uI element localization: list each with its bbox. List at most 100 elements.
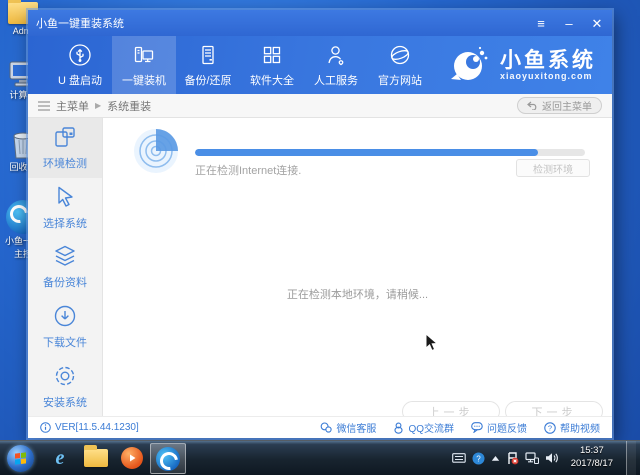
brand: 小鱼系统 xiaoyuxitong.com: [449, 36, 612, 94]
nav-item-human-service[interactable]: 人工服务: [304, 36, 368, 94]
taskbar-clock[interactable]: 15:37 2017/8/17: [564, 445, 620, 471]
brand-domain: xiaoyuxitong.com: [500, 70, 593, 81]
tray-action-center-icon[interactable]: [506, 451, 519, 465]
env-check-icon: [55, 127, 75, 147]
person-icon: [328, 45, 344, 65]
internet-explorer-icon: e: [55, 447, 65, 469]
info-icon: [40, 422, 51, 433]
close-icon[interactable]: ✕: [590, 17, 604, 30]
menu-icon[interactable]: ≡: [534, 17, 548, 30]
download-icon: [54, 305, 76, 327]
progress-bar: [195, 149, 585, 156]
sidebar-item-label: 选择系统: [43, 217, 87, 230]
windows-logo-icon: [15, 451, 26, 465]
sidebar: 环境检测 选择系统 备份资料 下载文件 安装系统: [28, 118, 103, 416]
sidebar-item-label: 备份资料: [43, 277, 87, 290]
statusbar-links: 微信客服 QQ交流群 问题反馈 ? 帮助视频: [320, 420, 600, 435]
return-arrow-icon: [527, 101, 537, 110]
tray-volume-icon[interactable]: [545, 452, 558, 464]
start-button[interactable]: [7, 444, 34, 472]
server-icon: [202, 45, 214, 64]
window-titlebar[interactable]: 小鱼一键重装系统 ≡ – ✕: [28, 10, 612, 36]
statusbar-link-label: QQ交流群: [408, 424, 454, 435]
clock-date: 2017/8/17: [570, 458, 613, 469]
taskbar: e ? 15:37 2017/8/17: [0, 440, 640, 475]
nav-item-label: 人工服务: [314, 74, 358, 87]
nav-item-label: 一键装机: [122, 74, 166, 87]
taskbar-xiaoyu-app-icon[interactable]: [150, 443, 186, 474]
tray-show-hidden-icon[interactable]: [491, 455, 500, 462]
taskbar-media-player-icon[interactable]: [114, 441, 150, 475]
minimize-icon[interactable]: –: [562, 17, 576, 30]
pc-install-icon: [134, 46, 154, 62]
wechat-icon: [321, 422, 333, 433]
taskbar-explorer-icon[interactable]: [78, 441, 114, 475]
nav-item-label: 软件大全: [250, 74, 294, 87]
progress-fill: [195, 149, 539, 156]
svg-text:?: ?: [548, 423, 552, 432]
top-nav: U 盘启动 一键装机 备份/还原 软件大全 人工服务 官方网站 小鱼系统 xia…: [28, 36, 612, 94]
window-controls: ≡ – ✕: [534, 17, 604, 30]
tray-keyboard-icon[interactable]: [451, 453, 466, 463]
statusbar-link-label: 帮助视频: [560, 424, 600, 435]
nav-item-label: 官方网站: [378, 74, 422, 87]
app-window: 小鱼一键重装系统 ≡ – ✕ U 盘启动 一键装机 备份/还原 软件大全 人工服…: [28, 10, 612, 438]
mouse-cursor: [425, 333, 438, 352]
version-text: VER[11.5.44.1230]: [55, 422, 139, 433]
tray-network-icon[interactable]: [525, 452, 539, 464]
sidebar-item-select-system[interactable]: 选择系统: [28, 178, 102, 238]
tray-help-icon[interactable]: ?: [472, 452, 485, 465]
system-tray: ? 15:37 2017/8/17: [451, 440, 640, 475]
breadcrumb: 主菜单 ▶ 系统重装 返回主菜单: [28, 94, 612, 118]
breadcrumb-root[interactable]: 主菜单: [56, 98, 89, 114]
show-desktop-button[interactable]: [626, 440, 636, 475]
help-icon: ?: [544, 421, 556, 434]
wechat-service-link[interactable]: 微信客服: [320, 420, 376, 435]
nav-item-backup-restore[interactable]: 备份/还原: [176, 36, 240, 94]
window-body: 环境检测 选择系统 备份资料 下载文件 安装系统 正在检测Internet连接.…: [28, 118, 612, 422]
sidebar-item-label: 下载文件: [43, 337, 87, 350]
qq-icon: [394, 422, 403, 434]
progress-status-text: 正在检测Internet连接.: [195, 165, 302, 177]
feedback-bubble-icon: [471, 422, 483, 433]
nav-item-usb-boot[interactable]: U 盘启动: [48, 36, 112, 94]
media-player-icon: [121, 447, 143, 469]
usb-icon: [69, 43, 91, 66]
statusbar-link-label: 微信客服: [336, 424, 377, 435]
back-to-main-menu-button[interactable]: 返回主菜单: [517, 97, 602, 114]
radar-scan-icon: [134, 129, 178, 173]
desktop: { "colors": { "accent_blue": "#3a7bd5", …: [0, 0, 640, 475]
xiaoyu-fish-icon: [156, 446, 180, 471]
brand-fish-icon: [451, 46, 488, 80]
globe-icon: [390, 45, 410, 64]
statusbar: VER[11.5.44.1230] 微信客服 QQ交流群 问题反馈 ? 帮助视频: [28, 416, 612, 438]
sidebar-item-install-system[interactable]: 安装系统: [28, 356, 102, 416]
nav-item-label: U 盘启动: [58, 74, 102, 87]
sidebar-item-label: 安装系统: [43, 396, 87, 409]
statusbar-link-label: 问题反馈: [487, 424, 527, 435]
sidebar-item-env-check[interactable]: 环境检测: [28, 118, 102, 178]
sidebar-item-label: 环境检测: [43, 158, 87, 171]
sidebar-item-download-files[interactable]: 下载文件: [28, 297, 102, 357]
brand-name: 小鱼系统: [500, 48, 596, 72]
gear-icon: [55, 366, 75, 385]
feedback-link[interactable]: 问题反馈: [471, 420, 527, 435]
waiting-message: 正在检测本地环境，请稍候...: [286, 289, 429, 301]
hamburger-icon: [38, 100, 50, 111]
cursor-select-icon: [58, 186, 73, 207]
window-title: 小鱼一键重装系统: [36, 18, 124, 30]
breadcrumb-separator-icon: ▶: [95, 101, 102, 110]
main-panel: 正在检测Internet连接. 检测环境 正在检测本地环境，请稍候... 上一步…: [103, 118, 612, 422]
folder-icon: [84, 445, 108, 467]
nav-item-software[interactable]: 软件大全: [240, 36, 304, 94]
help-video-link[interactable]: ? 帮助视频: [544, 420, 600, 435]
sidebar-item-backup-data[interactable]: 备份资料: [28, 237, 102, 297]
back-button-label: 返回主菜单: [542, 102, 592, 113]
detect-environment-button[interactable]: 检测环境: [516, 159, 590, 177]
nav-item-one-click-install[interactable]: 一键装机: [112, 36, 176, 94]
svg-text:?: ?: [476, 454, 481, 463]
qq-group-link[interactable]: QQ交流群: [393, 420, 454, 435]
breadcrumb-current: 系统重装: [107, 100, 152, 113]
taskbar-ie-icon[interactable]: e: [42, 441, 78, 475]
nav-item-official-site[interactable]: 官方网站: [368, 36, 432, 94]
